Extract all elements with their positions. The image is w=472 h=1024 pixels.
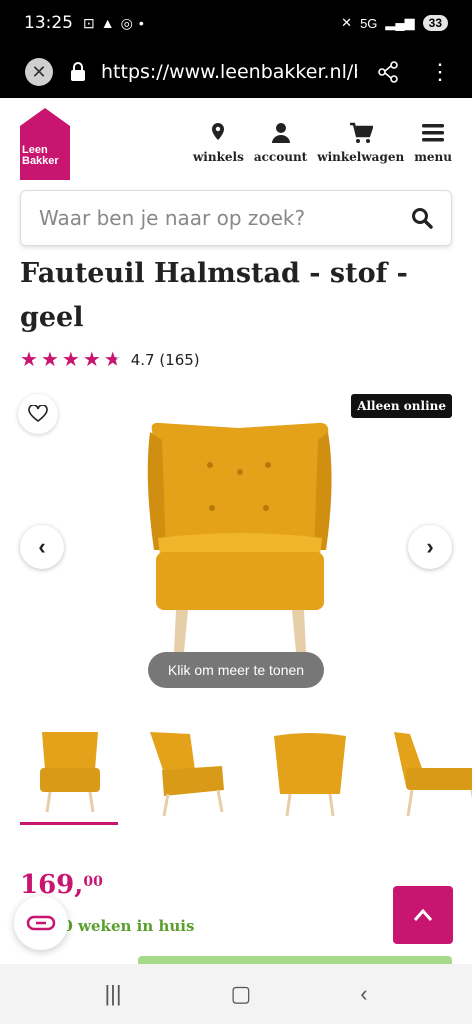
back-to-top-button[interactable] (393, 886, 453, 944)
star-icon: ★ (20, 349, 38, 371)
chevron-up-icon (413, 908, 433, 921)
share-icon[interactable] (377, 61, 399, 83)
more-options-icon[interactable]: ⋮ (429, 59, 451, 85)
star-icon: ★ (82, 349, 101, 371)
nav-menu[interactable]: menu (414, 122, 452, 164)
show-more-button[interactable]: Klik om meer te tonen (148, 652, 324, 688)
thumbnail-front[interactable] (20, 724, 120, 824)
header-nav: winkels account winkelwagen menu (193, 122, 452, 164)
chevron-left-icon: ‹ (38, 534, 46, 559)
lock-icon (71, 62, 85, 81)
online-only-badge: Alleen online (351, 394, 452, 418)
chat-button[interactable] (14, 896, 68, 950)
dot-icon: • (138, 15, 144, 31)
signal-icon: ▂▄▆ (385, 15, 415, 30)
url-text[interactable]: https://www.leenbakker.nl/ba (101, 61, 357, 83)
search-bar[interactable]: Waar ben je naar op zoek? (20, 190, 452, 246)
status-right: ✕ 5G ▂▄▆ 33 (341, 15, 448, 31)
close-tab-button[interactable]: ✕ (25, 58, 53, 86)
star-icon: ★ (61, 349, 80, 371)
browser-url-bar: ✕ https://www.leenbakker.nl/ba ⋮ (0, 46, 472, 98)
mute-icon: ✕ (341, 15, 353, 30)
whatsapp-icon: ◎ (120, 14, 133, 31)
nav-stores[interactable]: winkels (193, 122, 244, 164)
thumbnail-active-indicator (20, 822, 118, 825)
status-time: 13:25 (24, 13, 73, 33)
thumbnail-strip (20, 718, 472, 828)
nav-account[interactable]: account (254, 122, 307, 164)
home-icon[interactable]: ▢ (231, 981, 252, 1007)
previous-image-button[interactable]: ‹ (20, 525, 64, 569)
user-icon (271, 123, 290, 143)
battery-indicator: 33 (422, 15, 448, 31)
half-star-icon: ★ (103, 349, 122, 371)
logo-text: Leen Bakker (22, 144, 59, 167)
status-bar: 13:25 ⊡ ▲ ◎ • ✕ 5G ▂▄▆ 33 (0, 0, 472, 46)
chevron-right-icon: › (426, 534, 434, 559)
search-input[interactable]: Waar ben je naar op zoek? (39, 206, 411, 230)
favorite-button[interactable] (18, 394, 58, 434)
thumbnail-back[interactable] (260, 724, 360, 824)
recent-apps-icon[interactable]: ||| (104, 981, 121, 1007)
product-rating[interactable]: ★ ★ ★ ★ ★ 4.7 (165) (20, 350, 200, 370)
network-label: 5G (360, 15, 378, 31)
product-image[interactable] (140, 420, 340, 690)
product-title: Fauteuil Halmstad - stof - geel (20, 258, 408, 333)
screenshot-icon: ⊡ (83, 14, 95, 31)
thumbnail-angle[interactable] (140, 724, 240, 824)
chat-icon (26, 915, 56, 931)
cart-icon (349, 122, 373, 143)
delivery-time: 20 weken in huis (52, 917, 195, 935)
nav-cart[interactable]: winkelwagen (317, 122, 404, 164)
back-icon[interactable]: ‹ (360, 981, 367, 1007)
product-price: 169,00 (20, 870, 103, 900)
location-pin-icon (212, 123, 225, 140)
next-image-button[interactable]: › (408, 525, 452, 569)
site-header: Leen Bakker winkels account winkelwagen … (0, 98, 472, 190)
star-icon: ★ (40, 349, 59, 371)
search-icon[interactable] (411, 207, 433, 229)
heart-icon (28, 405, 48, 423)
hamburger-icon (422, 124, 445, 142)
android-nav-bar: ||| ▢ ‹ (0, 964, 472, 1024)
thumbnail-side[interactable] (380, 724, 472, 824)
status-notification-icons: ⊡ ▲ ◎ • (83, 15, 144, 32)
warning-icon: ▲ (100, 15, 115, 31)
rating-value: 4.7 (165) (130, 351, 200, 369)
